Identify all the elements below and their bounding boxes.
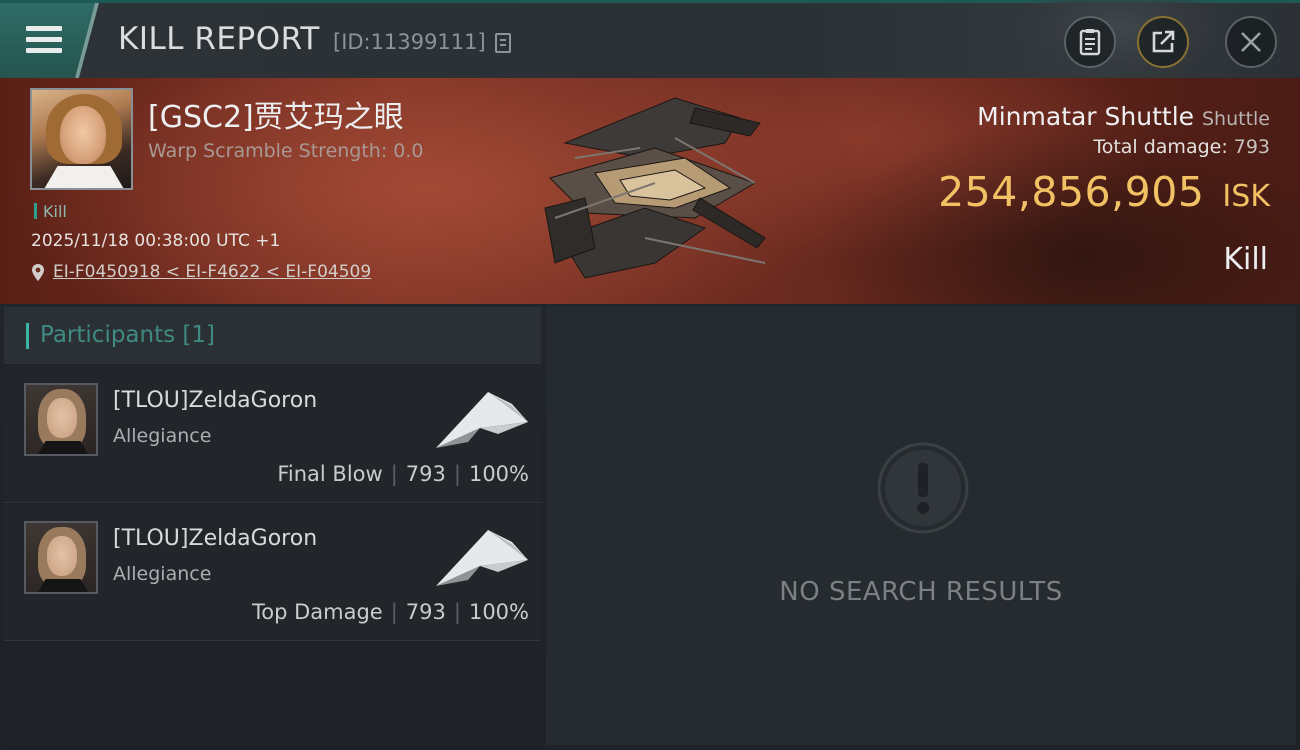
kill-report-window: KILL REPORT [ID:11399111] [GSC2]贾艾玛之眼 Wa… xyxy=(0,0,1300,750)
participant-row[interactable]: [TLOU]ZeldaGoron Allegiance Top Damage | 7… xyxy=(4,504,541,641)
participant-row[interactable]: [TLOU]ZeldaGoron Allegiance Final Blow | 7… xyxy=(4,366,541,503)
share-icon xyxy=(1152,30,1175,53)
participant-name: [TLOU]ZeldaGoron xyxy=(113,388,318,413)
participant-damage: 793 xyxy=(405,462,446,486)
participant-corp: Allegiance xyxy=(113,425,212,447)
isk-unit: ISK xyxy=(1222,179,1270,214)
exclamation-icon xyxy=(877,442,969,534)
participants-label: Participants [1] xyxy=(40,322,215,348)
participant-damage: 793 xyxy=(405,600,446,624)
stats-separator: | xyxy=(390,600,398,624)
clipboard-button[interactable] xyxy=(1064,16,1116,68)
isk-value: 254,856,905 ISK xyxy=(938,168,1270,216)
stats-separator: | xyxy=(453,600,461,624)
participant-percent: 100% xyxy=(468,600,529,624)
kill-location: EI-F0450918 < EI-F4622 < EI-F04509 xyxy=(31,262,371,282)
ship-name: Minmatar Shuttle Shuttle xyxy=(977,102,1270,131)
menu-icon-bar xyxy=(26,37,62,42)
participant-corp: Allegiance xyxy=(113,563,212,585)
menu-icon xyxy=(26,26,62,31)
kill-datetime: 2025/11/18 00:38:00 UTC +1 xyxy=(31,231,281,251)
participants-header-marker xyxy=(26,323,29,349)
victim-ship-image[interactable] xyxy=(525,88,795,293)
details-panel: NO SEARCH RESULTS xyxy=(546,307,1296,745)
menu-icon-bar xyxy=(26,48,62,53)
participants-count: [1] xyxy=(182,322,216,348)
total-damage: Total damage: 793 xyxy=(1093,136,1270,158)
stats-separator: | xyxy=(390,462,398,486)
close-icon xyxy=(1241,32,1261,52)
ship-class: Shuttle xyxy=(1201,108,1270,130)
participant-avatar[interactable] xyxy=(24,521,98,594)
top-bar: KILL REPORT [ID:11399111] xyxy=(0,0,1300,83)
decorative-ring xyxy=(1010,0,1230,83)
kill-type: Kill xyxy=(1223,242,1268,277)
total-damage-label: Total damage: xyxy=(1093,136,1228,158)
page-title: KILL REPORT xyxy=(118,21,320,57)
portrait-face xyxy=(60,106,106,164)
participant-role: Final Blow xyxy=(277,462,383,486)
total-damage-value: 793 xyxy=(1233,136,1270,158)
stats-separator: | xyxy=(453,462,461,486)
victim-portrait[interactable] xyxy=(30,88,133,190)
close-button[interactable] xyxy=(1225,16,1277,68)
ship-type[interactable]: Minmatar Shuttle xyxy=(977,102,1194,131)
participants-header[interactable]: Participants [1] xyxy=(4,307,541,364)
participant-stats: Top Damage | 793 | 100% xyxy=(252,600,529,624)
participants-panel: Participants [1] [TLOU]ZeldaGoron Allegi… xyxy=(4,307,541,745)
location-path-link[interactable]: EI-F0450918 < EI-F4622 < EI-F04509 xyxy=(53,262,371,282)
clipboard-icon xyxy=(1079,29,1101,56)
no-results-text: NO SEARCH RESULTS xyxy=(779,577,1063,607)
avatar-face xyxy=(47,536,77,576)
share-button[interactable] xyxy=(1137,16,1189,68)
isk-amount: 254,856,905 xyxy=(938,168,1205,216)
participant-role: Top Damage xyxy=(251,600,383,624)
report-id: [ID:11399111] xyxy=(333,30,486,54)
victim-name[interactable]: [GSC2]贾艾玛之眼 xyxy=(148,92,404,136)
participant-name: [TLOU]ZeldaGoron xyxy=(113,526,318,551)
participant-stats: Final Blow | 793 | 100% xyxy=(277,462,529,486)
kill-banner: [GSC2]贾艾玛之眼 Warp Scramble Strength: 0.0 … xyxy=(0,78,1300,304)
location-pin-icon xyxy=(32,263,44,281)
warp-scramble-strength: Warp Scramble Strength: 0.0 xyxy=(148,140,424,162)
participant-avatar[interactable] xyxy=(24,383,98,456)
participant-ship-icon[interactable] xyxy=(428,384,532,454)
kill-tag: Kill xyxy=(34,202,67,221)
portrait-collar xyxy=(40,166,128,188)
avatar-face xyxy=(47,398,77,438)
participant-ship-icon[interactable] xyxy=(428,522,532,592)
participant-percent: 100% xyxy=(468,462,529,486)
copy-icon[interactable] xyxy=(495,33,511,53)
participants-title: Participants xyxy=(40,322,176,348)
